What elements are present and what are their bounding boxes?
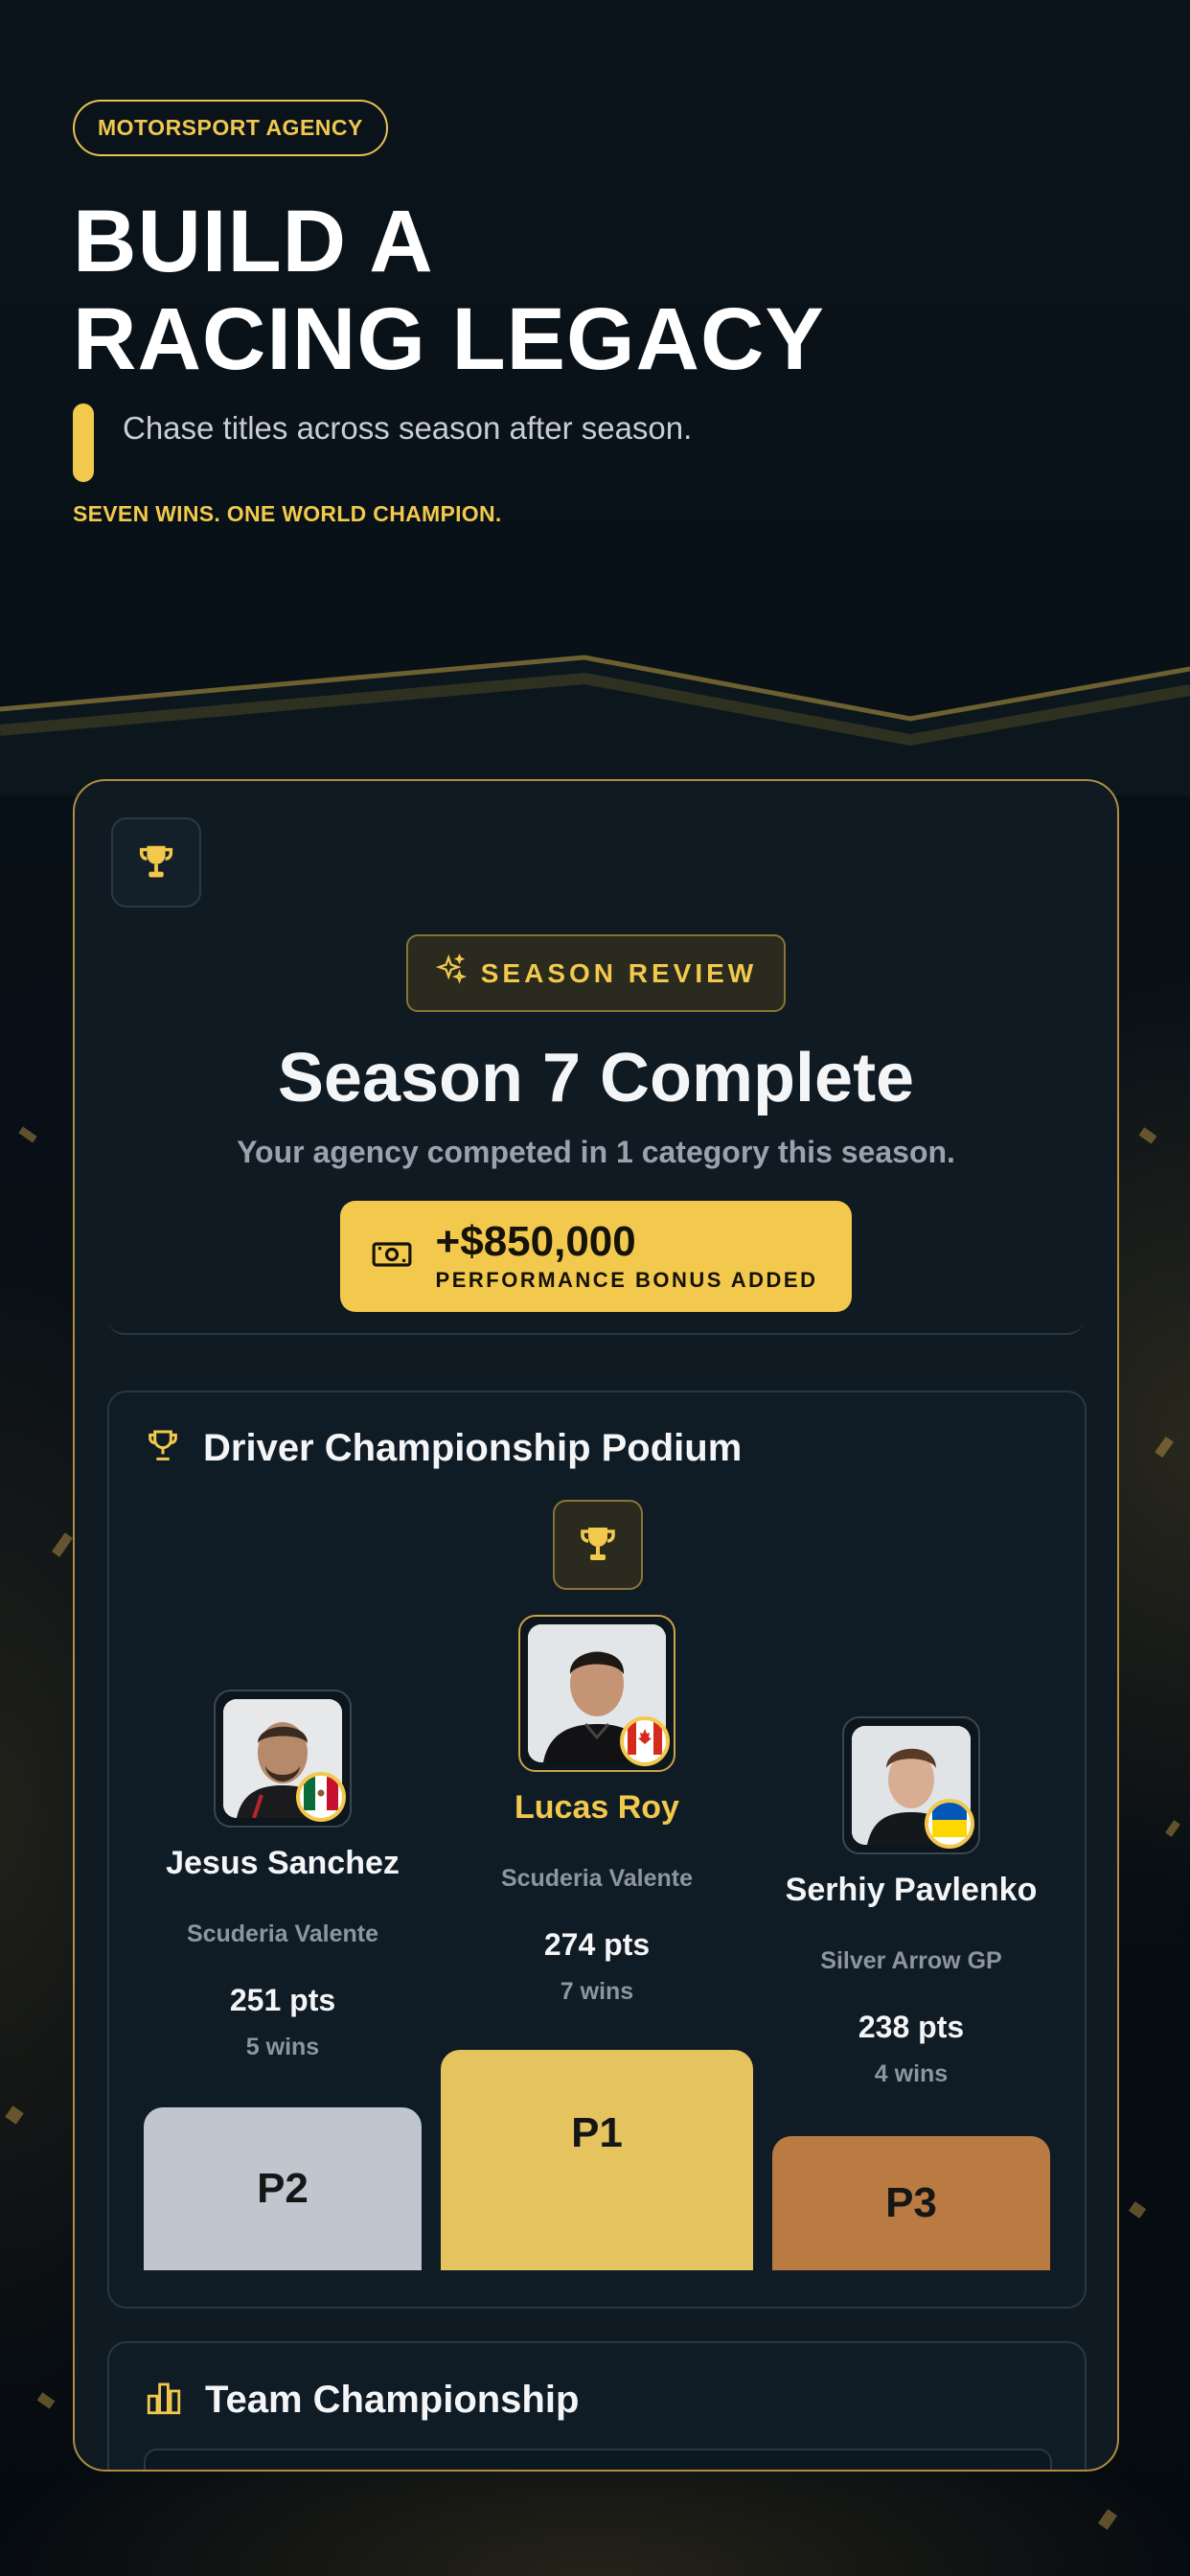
driver-name: Serhiy Pavlenko: [785, 1872, 1038, 1908]
driver-wins: 5 wins: [245, 2034, 320, 2060]
driver-name: Jesus Sanchez: [166, 1845, 400, 1881]
team-title: Team Championship: [205, 2379, 580, 2421]
winner-trophy-icon: [553, 1500, 643, 1590]
hero-title-line-2: RACING LEGACY: [73, 290, 825, 388]
accent-bar: [73, 403, 94, 482]
podium-driver-p3[interactable]: Serhiy Pavlenko Silver Arrow GP 238 pts …: [772, 1716, 1050, 2088]
chevron-divider: [0, 655, 1190, 795]
podium-header: Driver Championship Podium: [144, 1427, 742, 1470]
driver-name: Lucas Roy: [515, 1789, 679, 1826]
season-review: SEASON REVIEW Season 7 Complete Your age…: [75, 934, 1117, 1312]
team-championship-panel: Team Championship: [107, 2341, 1087, 2470]
cash-icon: [371, 1237, 413, 1276]
podium-step-p1: P1: [441, 2050, 753, 2270]
season-card: SEASON REVIEW Season 7 Complete Your age…: [73, 779, 1119, 2472]
season-title: Season 7 Complete: [277, 1040, 915, 1116]
podium-driver-p1[interactable]: Lucas Roy Scuderia Valente 274 pts 7 win…: [441, 1615, 753, 2006]
podium-step-p3: P3: [772, 2136, 1050, 2270]
performance-bonus-badge: +$850,000 PERFORMANCE BONUS ADDED: [339, 1201, 853, 1312]
team-header: Team Championship: [144, 2378, 579, 2423]
flag-mexico-icon: [296, 1772, 346, 1822]
flag-ukraine-icon: [925, 1799, 974, 1849]
driver-avatar-frame: [842, 1716, 980, 1854]
driver-avatar-frame: [214, 1690, 352, 1828]
driver-team: Silver Arrow GP: [820, 1947, 1002, 1974]
podium-step-p2: P2: [144, 2107, 422, 2270]
hero-title-line-1: BUILD A: [73, 193, 434, 290]
driver-team: Scuderia Valente: [500, 1865, 694, 1892]
trophy-outline-icon: [144, 1427, 182, 1470]
driver-points: 251 pts: [229, 1983, 336, 2017]
sparkles-icon: [435, 953, 468, 993]
bonus-label: PERFORMANCE BONUS ADDED: [435, 1268, 818, 1292]
hero-tagline: SEVEN WINS. ONE WORLD CHAMPION.: [73, 501, 502, 526]
podium-driver-p2[interactable]: Jesus Sanchez Scuderia Valente 251 pts 5…: [144, 1690, 422, 2061]
driver-podium-panel: Driver Championship Podium Jesus Sanchez…: [107, 1391, 1087, 2309]
season-review-label: SEASON REVIEW: [480, 957, 758, 988]
driver-points: 238 pts: [858, 2010, 965, 2044]
section-divider: [107, 1318, 1085, 1335]
season-subtitle: Your agency competed in 1 category this …: [237, 1135, 955, 1169]
bonus-amount: +$850,000: [435, 1218, 636, 1265]
driver-points: 274 pts: [543, 1927, 651, 1962]
hero-subtitle-row: Chase titles across season after season.: [73, 403, 1127, 482]
driver-team: Scuderia Valente: [186, 1920, 379, 1947]
hero-title: BUILD A RACING LEGACY: [73, 193, 1127, 388]
flag-canada-icon: [620, 1716, 670, 1766]
bar-chart-icon: [144, 2378, 184, 2423]
season-review-pill: SEASON REVIEW: [405, 934, 787, 1012]
driver-avatar-frame: [518, 1615, 675, 1772]
driver-wins: 7 wins: [560, 1978, 634, 2005]
hero-section: MOTORSPORT AGENCY BUILD A RACING LEGACY …: [73, 100, 1127, 527]
podium-title: Driver Championship Podium: [203, 1427, 743, 1469]
hero-subtitle: Chase titles across season after season.: [123, 410, 693, 446]
driver-wins: 4 wins: [874, 2060, 949, 2087]
trophy-icon: [111, 817, 201, 908]
team-standings-row[interactable]: [144, 2449, 1052, 2470]
hero-tag: MOTORSPORT AGENCY: [73, 100, 388, 156]
